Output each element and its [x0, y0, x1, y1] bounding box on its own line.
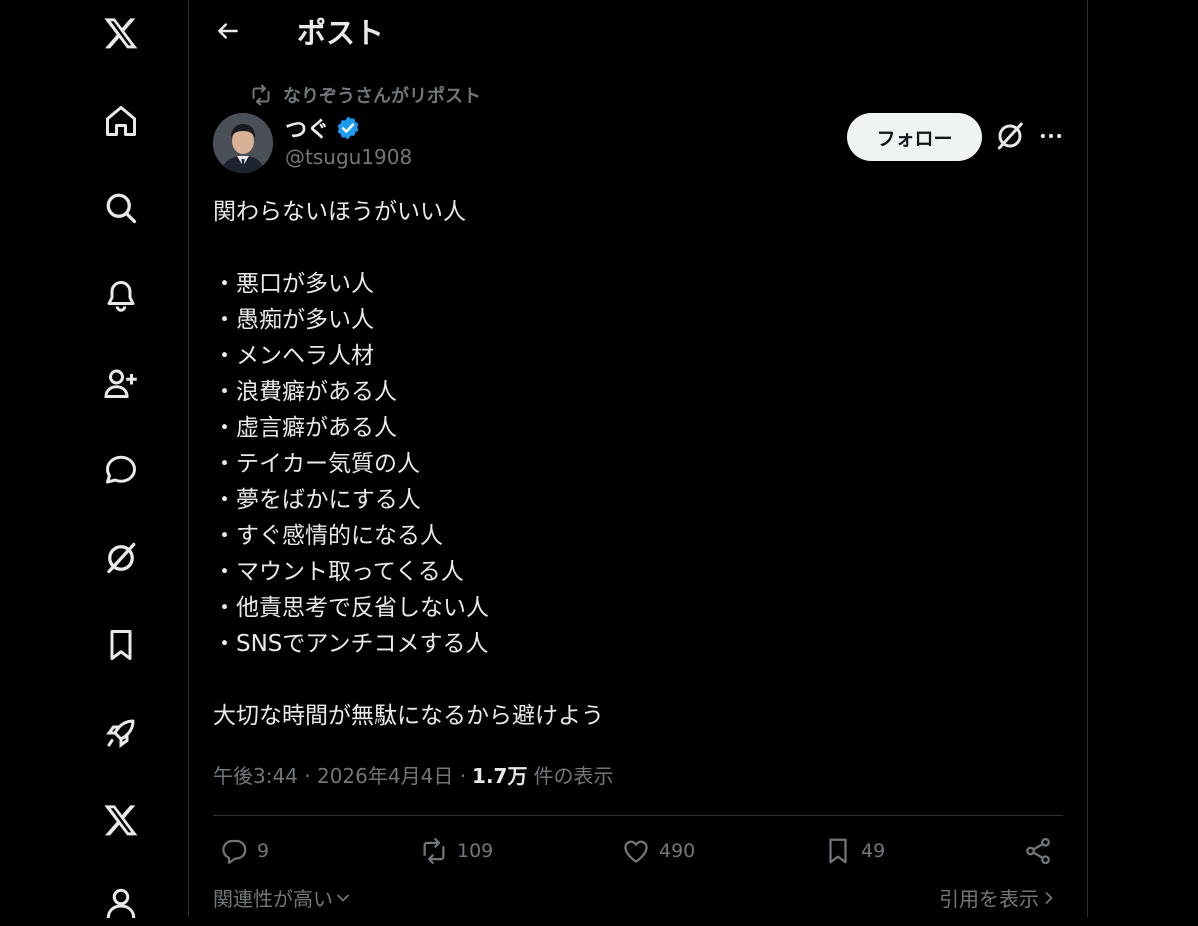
reply-count: 9 [257, 840, 270, 862]
chat-icon[interactable] [98, 447, 144, 493]
page-title: ポスト [297, 16, 385, 50]
repost-context[interactable]: なりぞうさんがリポスト [249, 82, 481, 108]
heart-icon [624, 840, 648, 863]
view-count: 1.7万 [472, 764, 528, 788]
author-handle[interactable]: @tsugu1908 [285, 145, 412, 169]
chevron-right-icon [1045, 891, 1053, 904]
author-name-row[interactable]: つぐ [285, 112, 361, 144]
list-item: ・浪費癖がある人 [213, 379, 397, 405]
list-item: ・愚痴が多い人 [213, 307, 374, 333]
bookmark-count: 49 [861, 840, 886, 862]
verified-badge-icon[interactable] [335, 115, 361, 141]
arrow-left-icon [218, 23, 238, 39]
post-closing: 大切な時間が無駄になるから避けよう [213, 703, 604, 729]
post-detail-column: ポスト なりぞうさんがリポスト つぐ @tsugu1908 フォロー 関わらない… [189, 0, 1088, 917]
chevron-down-icon [337, 894, 349, 901]
list-item: ・他責思考で反省しない人 [213, 595, 489, 621]
view-quotes-link[interactable]: 引用を表示 [939, 883, 1059, 912]
header: ポスト [189, 0, 1087, 60]
list-item: ・悪口が多い人 [213, 271, 374, 297]
divider [213, 815, 1063, 816]
list-item: ・メンヘラ人材 [213, 343, 374, 369]
reply-icon [222, 839, 247, 864]
author-display-name[interactable]: つぐ [285, 112, 329, 144]
share-button[interactable] [1023, 832, 1061, 870]
search-icon[interactable] [98, 185, 144, 231]
post-text: 関わらないほうがいい人 ・悪口が多い人 ・愚痴が多い人 ・メンヘラ人材 ・浪費癖… [213, 194, 1053, 734]
follow-button[interactable]: フォロー [847, 113, 982, 161]
post-timestamp[interactable]: 午後3:44 · 2026年4月4日 · [213, 760, 466, 789]
list-item: ・テイカー気質の人 [213, 451, 420, 477]
list-item: ・マウント取ってくる人 [213, 559, 464, 585]
like-count: 490 [659, 840, 696, 862]
more-dots-icon [1040, 133, 1062, 139]
list-item: ・虚言癖がある人 [213, 415, 397, 441]
repost-icon [252, 84, 270, 106]
rocket-icon[interactable] [98, 710, 144, 756]
list-item: ・夢をばかにする人 [213, 487, 421, 513]
home-icon[interactable] [98, 98, 144, 144]
list-item: ・すぐ感情的になる人 [213, 523, 443, 549]
bookmark-icon [829, 838, 847, 864]
avatar-image-icon [213, 113, 273, 173]
grok-icon[interactable] [98, 535, 144, 581]
post-meta: 午後3:44 · 2026年4月4日 · 1.7万 件の表示 [213, 760, 613, 789]
view-quotes-label: 引用を表示 [939, 887, 1039, 911]
list-item: ・SNSでアンチコメする人 [213, 631, 489, 657]
reply-button[interactable]: 9 [219, 832, 269, 870]
grok-icon [997, 122, 1023, 150]
back-button[interactable] [209, 12, 247, 50]
premium-x-icon[interactable] [98, 797, 144, 843]
repost-count: 109 [457, 840, 494, 862]
x-logo-icon[interactable] [98, 10, 144, 56]
post-bullet-list: ・悪口が多い人 ・愚痴が多い人 ・メンヘラ人材 ・浪費癖がある人 ・虚言癖がある… [213, 266, 1053, 662]
repost-button[interactable]: 109 [419, 832, 493, 870]
notifications-icon[interactable] [98, 273, 144, 319]
like-button[interactable]: 490 [621, 832, 695, 870]
repost-icon [423, 838, 445, 864]
post-intro: 関わらないほうがいい人 [213, 199, 466, 225]
sort-replies-dropdown[interactable]: 関連性が高い [213, 883, 353, 912]
repost-context-label: なりぞうさんがリポスト [283, 86, 481, 107]
view-count-label: 件の表示 [533, 764, 614, 788]
more-options-button[interactable] [1034, 120, 1068, 152]
bookmark-icon[interactable] [98, 622, 144, 668]
sort-label: 関連性が高い [213, 887, 333, 911]
follow-icon[interactable] [98, 360, 144, 406]
avatar[interactable] [213, 113, 273, 173]
grok-explain-button[interactable] [994, 120, 1026, 152]
share-icon [1026, 837, 1050, 865]
bookmark-button[interactable]: 49 [823, 832, 885, 870]
profile-icon[interactable] [98, 880, 144, 926]
sidebar [0, 0, 189, 919]
